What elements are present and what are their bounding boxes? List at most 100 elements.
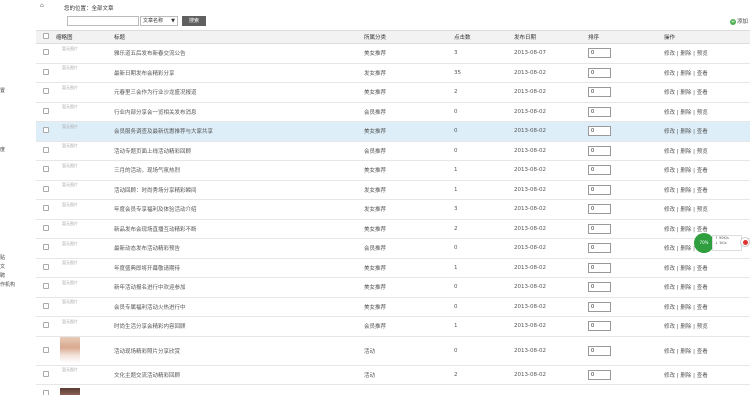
row-actions[interactable]: 修改 | 删除 | 查看	[664, 63, 750, 83]
table-row[interactable]: 暂无图片 雅乐道五后发布新春交流公告 美女推荐 3 2013-08-07 0 修改 | 删除…	[36, 43, 750, 64]
sidebar-fragment[interactable]: 作机构	[0, 281, 15, 288]
sidebar-fragment[interactable]: 文	[0, 263, 5, 270]
select-all-checkbox[interactable]	[43, 33, 49, 39]
table-row[interactable]: 暂无图片 元春里三会作为行业沙龙盛况报道 美女推荐 2 2013-08-02 0 修改 | …	[36, 82, 750, 103]
sidebar-fragment[interactable]: 聘	[0, 272, 5, 279]
row-select-cell[interactable]	[36, 180, 56, 200]
row-checkbox[interactable]	[43, 370, 49, 377]
title-cell[interactable]: 新品发布会现场直播互动精彩不断	[114, 219, 364, 239]
row-select-cell[interactable]	[36, 82, 56, 103]
row-actions[interactable]	[664, 384, 750, 395]
sort-order-input[interactable]: 0	[588, 223, 611, 234]
title-cell[interactable]: 活动回顾：时尚秀场分享精彩瞬间	[114, 180, 364, 200]
sort-order-input[interactable]: 0	[588, 106, 611, 117]
row-actions[interactable]: 修改 | 删除 | 预览	[664, 102, 750, 122]
table-row[interactable]: 暂无图片 最新日期发布会精彩分享 发女推荐 35 2013-08-02 0 修改 | 删除 …	[36, 63, 750, 83]
table-row[interactable]: 暂无图片 新品发布会现场直播互动精彩不断 美女推荐 2 2013-08-02 0 修改 | …	[36, 219, 750, 239]
table-row[interactable]: 暂无图片 新年活动报名进行中欢迎参加 美女推荐 0 2013-08-02 0 修改 | 删除…	[36, 277, 750, 298]
row-checkbox[interactable]	[43, 166, 49, 173]
row-checkbox[interactable]	[43, 185, 49, 192]
row-select-cell[interactable]	[36, 297, 56, 317]
row-actions[interactable]: 修改 | 删除 | 查看	[664, 82, 750, 103]
table-row[interactable]: 暂无图片 会员服务调查及最新优惠推荐与大家共享 美女推荐 0 2013-08-02 0 修改…	[36, 121, 750, 142]
select-all-header[interactable]	[36, 30, 56, 44]
search-field-select[interactable]: 文章名称 ▼	[140, 16, 178, 26]
table-row[interactable]: 活动现场精彩照片分享欣赏 活动 0 2013-08-02 0 修改 | 删除 | 查看	[36, 336, 750, 366]
search-input[interactable]	[67, 16, 139, 26]
row-select-cell[interactable]	[36, 102, 56, 122]
row-select-cell[interactable]	[36, 43, 56, 64]
table-row[interactable]: 暂无图片 三月的活动，现场气氛热烈 美女推荐 1 2013-08-02 0 修改 | 删除 …	[36, 160, 750, 181]
row-select-cell[interactable]	[36, 384, 56, 395]
title-cell[interactable]: 三月的活动，现场气氛热烈	[114, 160, 364, 181]
row-actions[interactable]: 修改 | 删除 | 预览	[664, 316, 750, 337]
row-checkbox[interactable]	[43, 146, 49, 153]
row-actions[interactable]: 修改 | 删除 | 查看	[664, 297, 750, 317]
sort-order-input[interactable]: 0	[588, 369, 611, 380]
sort-order-input[interactable]: 0	[588, 87, 611, 98]
row-actions[interactable]: 修改 | 删除 | 查看	[664, 121, 750, 142]
search-button[interactable]: 搜索	[182, 16, 206, 26]
sort-order-input[interactable]: 0	[588, 48, 611, 59]
row-select-cell[interactable]	[36, 316, 56, 337]
sort-order-input[interactable]: 0	[588, 165, 611, 176]
row-checkbox[interactable]	[43, 127, 49, 134]
sidebar-fragment[interactable]: 置	[0, 87, 5, 94]
row-checkbox[interactable]	[43, 224, 49, 231]
table-row[interactable]	[36, 384, 750, 395]
row-actions[interactable]: 修改 | 删除 | 预览	[664, 43, 750, 64]
table-row[interactable]: 暂无图片 活动专题页面上线活动精彩回顾 会员推荐 0 2013-08-02 0 修改 | 删…	[36, 141, 750, 161]
sort-order-input[interactable]: 0	[588, 301, 611, 312]
network-speed-widget[interactable]: 70% ↑ 90K/s ↓ 1K/s	[694, 233, 750, 253]
row-checkbox[interactable]	[43, 390, 49, 395]
row-select-cell[interactable]	[36, 277, 56, 298]
title-cell[interactable]: 活动现场精彩照片分享欣赏	[114, 336, 364, 366]
row-select-cell[interactable]	[36, 365, 56, 385]
row-select-cell[interactable]	[36, 238, 56, 259]
table-row[interactable]: 暂无图片 行业内部分享会一览相关发布消息 会员推荐 0 2013-08-02 0 修改 | …	[36, 102, 750, 122]
row-select-cell[interactable]	[36, 121, 56, 142]
row-select-cell[interactable]	[36, 336, 56, 366]
sort-order-input[interactable]: 0	[588, 184, 611, 195]
title-cell[interactable]: 时尚生活分享会精彩内容回顾	[114, 316, 364, 337]
row-checkbox[interactable]	[43, 49, 49, 56]
row-checkbox[interactable]	[43, 263, 49, 270]
table-row[interactable]: 暂无图片 年度会员专享福利及体验活动介绍 发女推荐 3 2013-08-02 0 修改 | …	[36, 199, 750, 220]
row-select-cell[interactable]	[36, 63, 56, 83]
title-cell[interactable]: 会员专属福利活动火热进行中	[114, 297, 364, 317]
table-row[interactable]: 暂无图片 文化主题交流活动精彩回顾 活动 2 2013-08-02 0 修改 | 删除 | …	[36, 365, 750, 385]
row-select-cell[interactable]	[36, 219, 56, 239]
title-cell[interactable]: 元春里三会作为行业沙龙盛况报道	[114, 82, 364, 103]
sort-order-input[interactable]: 0	[588, 126, 611, 137]
row-actions[interactable]: 修改 | 删除 | 查看	[664, 180, 750, 200]
row-checkbox[interactable]	[43, 88, 49, 95]
row-checkbox[interactable]	[43, 302, 49, 309]
table-row[interactable]: 暂无图片 会员专属福利活动火热进行中 美女推荐 0 2013-08-02 0 修改 | 删除…	[36, 297, 750, 317]
add-button[interactable]: + 添加	[729, 17, 748, 25]
title-cell[interactable]: 行业内部分享会一览相关发布消息	[114, 102, 364, 122]
row-checkbox[interactable]	[43, 107, 49, 114]
sort-order-input[interactable]: 0	[588, 262, 611, 273]
row-checkbox[interactable]	[43, 283, 49, 290]
title-cell[interactable]	[114, 384, 364, 395]
title-cell[interactable]: 会员服务调查及最新优惠推荐与大家共享	[114, 121, 364, 142]
row-actions[interactable]: 修改 | 删除 | 预览	[664, 199, 750, 220]
row-actions[interactable]: 修改 | 删除 | 预览	[664, 141, 750, 161]
table-row[interactable]: 暂无图片 最新动态发布活动精彩预告 会员推荐 0 2013-08-02 0 修改 | 删除 …	[36, 238, 750, 259]
sort-order-input[interactable]: 0	[588, 282, 611, 293]
row-checkbox[interactable]	[43, 346, 49, 353]
row-select-cell[interactable]	[36, 141, 56, 161]
row-select-cell[interactable]	[36, 199, 56, 220]
sort-order-input[interactable]: 0	[588, 67, 611, 78]
title-cell[interactable]: 活动专题页面上线活动精彩回顾	[114, 141, 364, 161]
table-row[interactable]: 暂无图片 活动回顾：时尚秀场分享精彩瞬间 发女推荐 1 2013-08-02 0 修改 | …	[36, 180, 750, 200]
sort-order-input[interactable]: 0	[588, 321, 611, 332]
table-row[interactable]: 暂无图片 年度盛典即将开幕敬请期待 美女推荐 1 2013-08-02 0 修改 | 删除 …	[36, 258, 750, 278]
table-row[interactable]: 暂无图片 时尚生活分享会精彩内容回顾 会员推荐 1 2013-08-02 0 修改 | 删除…	[36, 316, 750, 337]
row-checkbox[interactable]	[43, 68, 49, 75]
row-actions[interactable]: 修改 | 删除 | 查看	[664, 277, 750, 298]
sort-order-input[interactable]: 0	[588, 345, 611, 356]
title-cell[interactable]: 雅乐道五后发布新春交流公告	[114, 43, 364, 64]
title-cell[interactable]: 最新日期发布会精彩分享	[114, 63, 364, 83]
row-checkbox[interactable]	[43, 322, 49, 329]
